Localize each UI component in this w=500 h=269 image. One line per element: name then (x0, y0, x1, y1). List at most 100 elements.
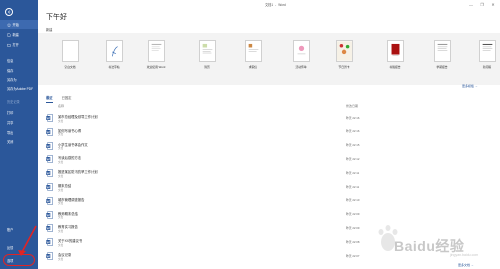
word-doc-icon (46, 238, 53, 246)
template-card[interactable]: 求职信 (241, 40, 265, 69)
file-name: 推进某区防汛抗旱工作计划 (58, 170, 98, 175)
sidebar-item-label: 反馈 (7, 246, 14, 250)
template-thumbnail (61, 40, 79, 62)
template-thumbnail (292, 40, 310, 62)
template-card[interactable]: 书法字帖 (102, 40, 126, 69)
more-documents-link[interactable]: 更多文档 → (458, 263, 474, 267)
sidebar-item-label: 新建 (12, 33, 19, 37)
file-date: 昨天 22:15 (346, 143, 360, 148)
more-templates-link[interactable]: 更多模板 → (462, 84, 478, 88)
tab-recent[interactable]: 最近 (46, 95, 53, 103)
template-label: 求职信 (248, 65, 258, 69)
file-path: 文档 (58, 160, 64, 164)
template-card[interactable]: 欢迎使用 Word (144, 40, 168, 69)
sidebar-item-label: 另存为Adobe PDF (7, 87, 34, 91)
sidebar-item-12[interactable]: 账户 (0, 225, 38, 234)
annotation-highlight-circle (3, 254, 35, 266)
new-section-label: 新建 (46, 28, 53, 32)
file-path: 文档 (58, 216, 64, 220)
sidebar-item-label: 关闭 (7, 140, 14, 144)
title-separator: - (275, 3, 277, 7)
file-row[interactable]: 写读后感的方法 文档 昨天 22:12 (46, 154, 456, 165)
file-date: 昨天 22:09 (346, 225, 360, 230)
folder-icon (7, 43, 11, 47)
sidebar-item-6[interactable]: 另存为Adobe PDF (0, 84, 38, 93)
file-date: 昨天 22:16 (346, 115, 360, 120)
sidebar-item-label: 打印 (7, 111, 14, 115)
word-doc-icon (46, 128, 53, 136)
home-icon (7, 22, 11, 27)
watermark-site: jingyan.baidu.com (450, 253, 479, 257)
tab-pinned[interactable]: 已固定 (62, 95, 72, 103)
template-gallery: 空白文档 书法字帖 欢迎使用 Word 简历 求职信 活动传单 节日贺卡 书籍报告 学期报告 新闻… (38, 33, 500, 85)
file-path: 文档 (58, 202, 64, 206)
word-doc-icon (46, 252, 53, 260)
sidebar-item-4[interactable]: 保存 (0, 66, 38, 75)
file-name: 某市总经理及领导工作计划 (58, 115, 98, 119)
file-date: 昨天 22:07 (346, 253, 360, 258)
sidebar-item-10[interactable]: 导出 (0, 128, 38, 137)
file-path: 文档 (58, 147, 64, 151)
template-card[interactable]: 新闻稿 (475, 40, 499, 69)
template-card[interactable]: 节日贺卡 (332, 40, 356, 69)
template-label: 空白文档 (64, 65, 76, 69)
sidebar-item-11[interactable]: 关闭 (0, 137, 38, 146)
template-card[interactable]: 空白文档 (58, 40, 82, 69)
file-path: 文档 (58, 133, 64, 137)
file-date: 昨天 22:09 (346, 212, 360, 217)
file-row[interactable]: 如何写读书心得 文档 昨天 22:16 (46, 127, 456, 138)
template-label: 书籍报告 (389, 65, 401, 69)
column-header-modified[interactable]: 修改日期 (346, 104, 358, 108)
file-path: 文档 (58, 229, 64, 233)
template-card[interactable]: 简历 (195, 40, 219, 69)
template-card[interactable]: 学期报告 (430, 40, 454, 69)
sidebar-item-2[interactable]: 打开 (0, 40, 38, 49)
word-doc-icon (46, 183, 53, 191)
file-row[interactable]: 城市管理调查报告 文档 昨天 22:10 (46, 196, 456, 207)
template-thumbnail (147, 40, 165, 62)
template-thumbnail (386, 40, 404, 62)
sidebar-item-13[interactable]: 反馈 (0, 243, 38, 252)
template-card[interactable]: 活动传单 (289, 40, 313, 69)
file-date: 昨天 22:10 (346, 198, 360, 203)
column-header-name[interactable]: 名称 (58, 104, 64, 108)
file-row[interactable]: 推进某区防汛抗旱工作计划 文档 昨天 22:11 (46, 168, 456, 179)
template-label: 欢迎使用 Word (146, 65, 166, 69)
document-tabs: 最近 已固定 (46, 95, 71, 103)
file-date: 昨天 22:12 (346, 156, 360, 161)
greeting-heading: 下午好 (46, 14, 67, 21)
sidebar-item-label: 开始 (12, 23, 19, 27)
word-doc-icon (46, 197, 53, 205)
file-row[interactable]: 教师期末总结 文档 昨天 22:09 (46, 210, 456, 221)
template-thumbnail (433, 40, 451, 62)
sidebar-item-5[interactable]: 另存为 (0, 75, 38, 84)
minimize-button[interactable]: — (468, 2, 474, 7)
sidebar-item-label: 历史记录 (7, 100, 20, 104)
file-row[interactable]: 某市总经理及领导工作计划 文档 昨天 22:16 (46, 113, 456, 124)
sidebar-item-0[interactable]: 开始 (0, 20, 38, 29)
template-card[interactable]: 书籍报告 (383, 40, 407, 69)
word-doc-icon (46, 141, 53, 150)
template-label: 节日贺卡 (338, 65, 350, 69)
file-date: 昨天 22:08 (346, 239, 360, 244)
file-path: 文档 (58, 243, 64, 247)
back-arrow-icon[interactable] (5, 8, 13, 16)
document-name: 文档1 (265, 3, 274, 7)
sidebar-item-9[interactable]: 共享 (0, 118, 38, 127)
file-date: 昨天 22:16 (346, 129, 360, 134)
backstage-sidebar: 开始新建打开信息 保存 另存为另存为Adobe PDF 历史记录打印共享 导出关闭账户反… (0, 0, 38, 269)
sidebar-item-1[interactable]: 新建 (0, 30, 38, 39)
sidebar-item-8[interactable]: 打印 (0, 108, 38, 117)
template-thumbnail (105, 40, 123, 62)
app-name: Word (278, 3, 286, 7)
template-thumbnail (198, 40, 216, 62)
file-row[interactable]: 期末总结 文档 昨天 22:11 (46, 182, 456, 193)
template-label: 学期报告 (436, 65, 448, 69)
sidebar-item-7[interactable]: 历史记录 (0, 97, 38, 106)
file-date: 昨天 22:11 (346, 170, 360, 175)
restore-button[interactable]: ❐ (479, 2, 485, 7)
file-row[interactable]: 小学生读书体会作文 文档 昨天 22:15 (46, 141, 456, 152)
word-doc-icon (46, 210, 53, 219)
sidebar-item-3[interactable]: 信息 (0, 56, 38, 65)
close-button[interactable]: ✕ (490, 2, 496, 7)
